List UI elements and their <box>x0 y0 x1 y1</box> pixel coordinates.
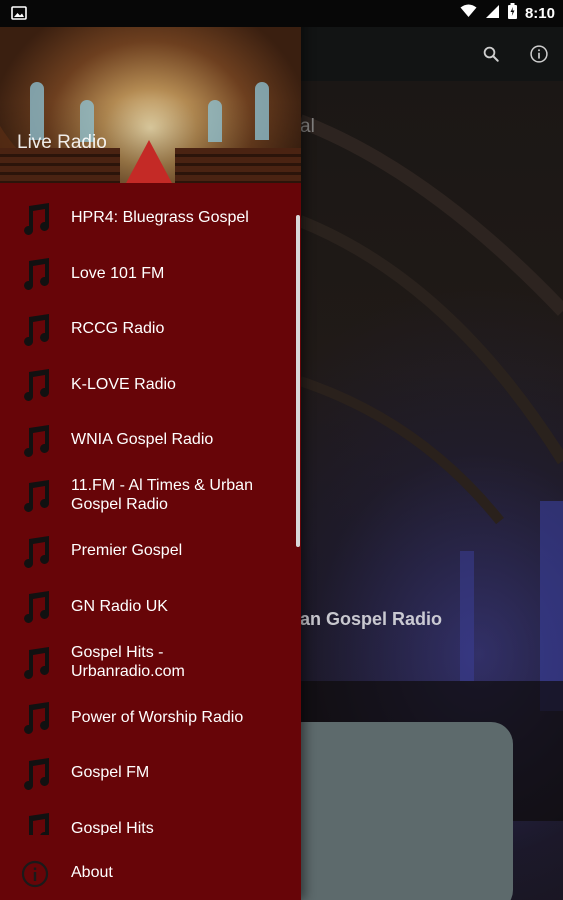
about-menu-item[interactable]: About <box>0 845 301 900</box>
music-note-icon <box>18 811 52 835</box>
music-note-icon <box>18 700 52 735</box>
station-list-item[interactable]: Gospel FM <box>0 745 301 801</box>
station-name: K-LOVE Radio <box>71 375 176 393</box>
battery-icon <box>507 3 517 24</box>
navigation-drawer: Live Radio HPR4: Bluegrass Gospel Love 10… <box>0 0 301 900</box>
station-name: 11.FM - Al Times & Urban Gospel Radio <box>71 477 253 514</box>
background-header-title: al <box>300 116 315 137</box>
station-name: Premier Gospel <box>71 542 183 560</box>
info-icon <box>21 860 49 893</box>
music-note-icon <box>18 312 52 346</box>
station-list-item[interactable]: Gospel Hits <box>0 801 301 835</box>
station-list-item[interactable]: Gospel Hits - Urbanradio.com <box>0 634 301 690</box>
search-icon[interactable] <box>471 27 511 81</box>
station-list-item[interactable]: Premier Gospel <box>0 523 301 579</box>
music-note-icon <box>18 201 52 235</box>
about-label: About <box>71 864 113 881</box>
music-note-icon <box>18 756 52 790</box>
station-list-item[interactable]: Love 101 FM <box>0 246 301 302</box>
wifi-icon <box>460 4 477 23</box>
music-note-icon <box>18 256 52 291</box>
music-note-icon <box>18 478 52 513</box>
info-icon[interactable] <box>519 27 559 81</box>
station-name: RCCG Radio <box>71 320 165 338</box>
station-list-item[interactable]: 11.FM - Al Times & Urban Gospel Radio <box>0 468 301 524</box>
music-note-icon <box>18 367 52 402</box>
drawer-title: Live Radio <box>17 132 107 153</box>
station-name: Gospel Hits - Urbanradio.com <box>71 643 185 680</box>
signal-icon <box>485 4 500 24</box>
music-note-icon <box>18 589 52 624</box>
station-list-item[interactable]: HPR4: Bluegrass Gospel <box>0 190 301 246</box>
player-card <box>280 722 513 900</box>
station-list-item[interactable]: Power of Worship Radio <box>0 690 301 746</box>
music-note-icon <box>18 534 52 568</box>
station-list-item[interactable]: GN Radio UK <box>0 579 301 635</box>
station-name: Love 101 FM <box>71 264 165 282</box>
background-station-title: an Gospel Radio <box>300 609 443 629</box>
image-notification-icon <box>11 5 27 26</box>
station-name: GN Radio UK <box>71 597 168 615</box>
station-name: Gospel Hits <box>71 819 154 835</box>
drawer-scrollbar[interactable] <box>296 215 300 547</box>
music-note-icon <box>18 645 52 679</box>
clock: 8:10 <box>524 5 555 22</box>
station-list-item[interactable]: RCCG Radio <box>0 301 301 357</box>
station-list: HPR4: Bluegrass Gospel Love 101 FM RCCG Ra… <box>0 190 301 835</box>
station-list-item[interactable]: K-LOVE Radio <box>0 357 301 413</box>
drawer-header-image: Live Radio <box>0 0 301 183</box>
station-name: Gospel FM <box>71 764 150 782</box>
station-name: HPR4: Bluegrass Gospel <box>71 209 249 227</box>
status-bar: 8:10 <box>0 0 563 27</box>
station-name: Power of Worship Radio <box>71 708 244 726</box>
station-name: WNIA Gospel Radio <box>71 431 214 449</box>
music-note-icon <box>18 423 52 457</box>
station-list-item[interactable]: WNIA Gospel Radio <box>0 412 301 468</box>
